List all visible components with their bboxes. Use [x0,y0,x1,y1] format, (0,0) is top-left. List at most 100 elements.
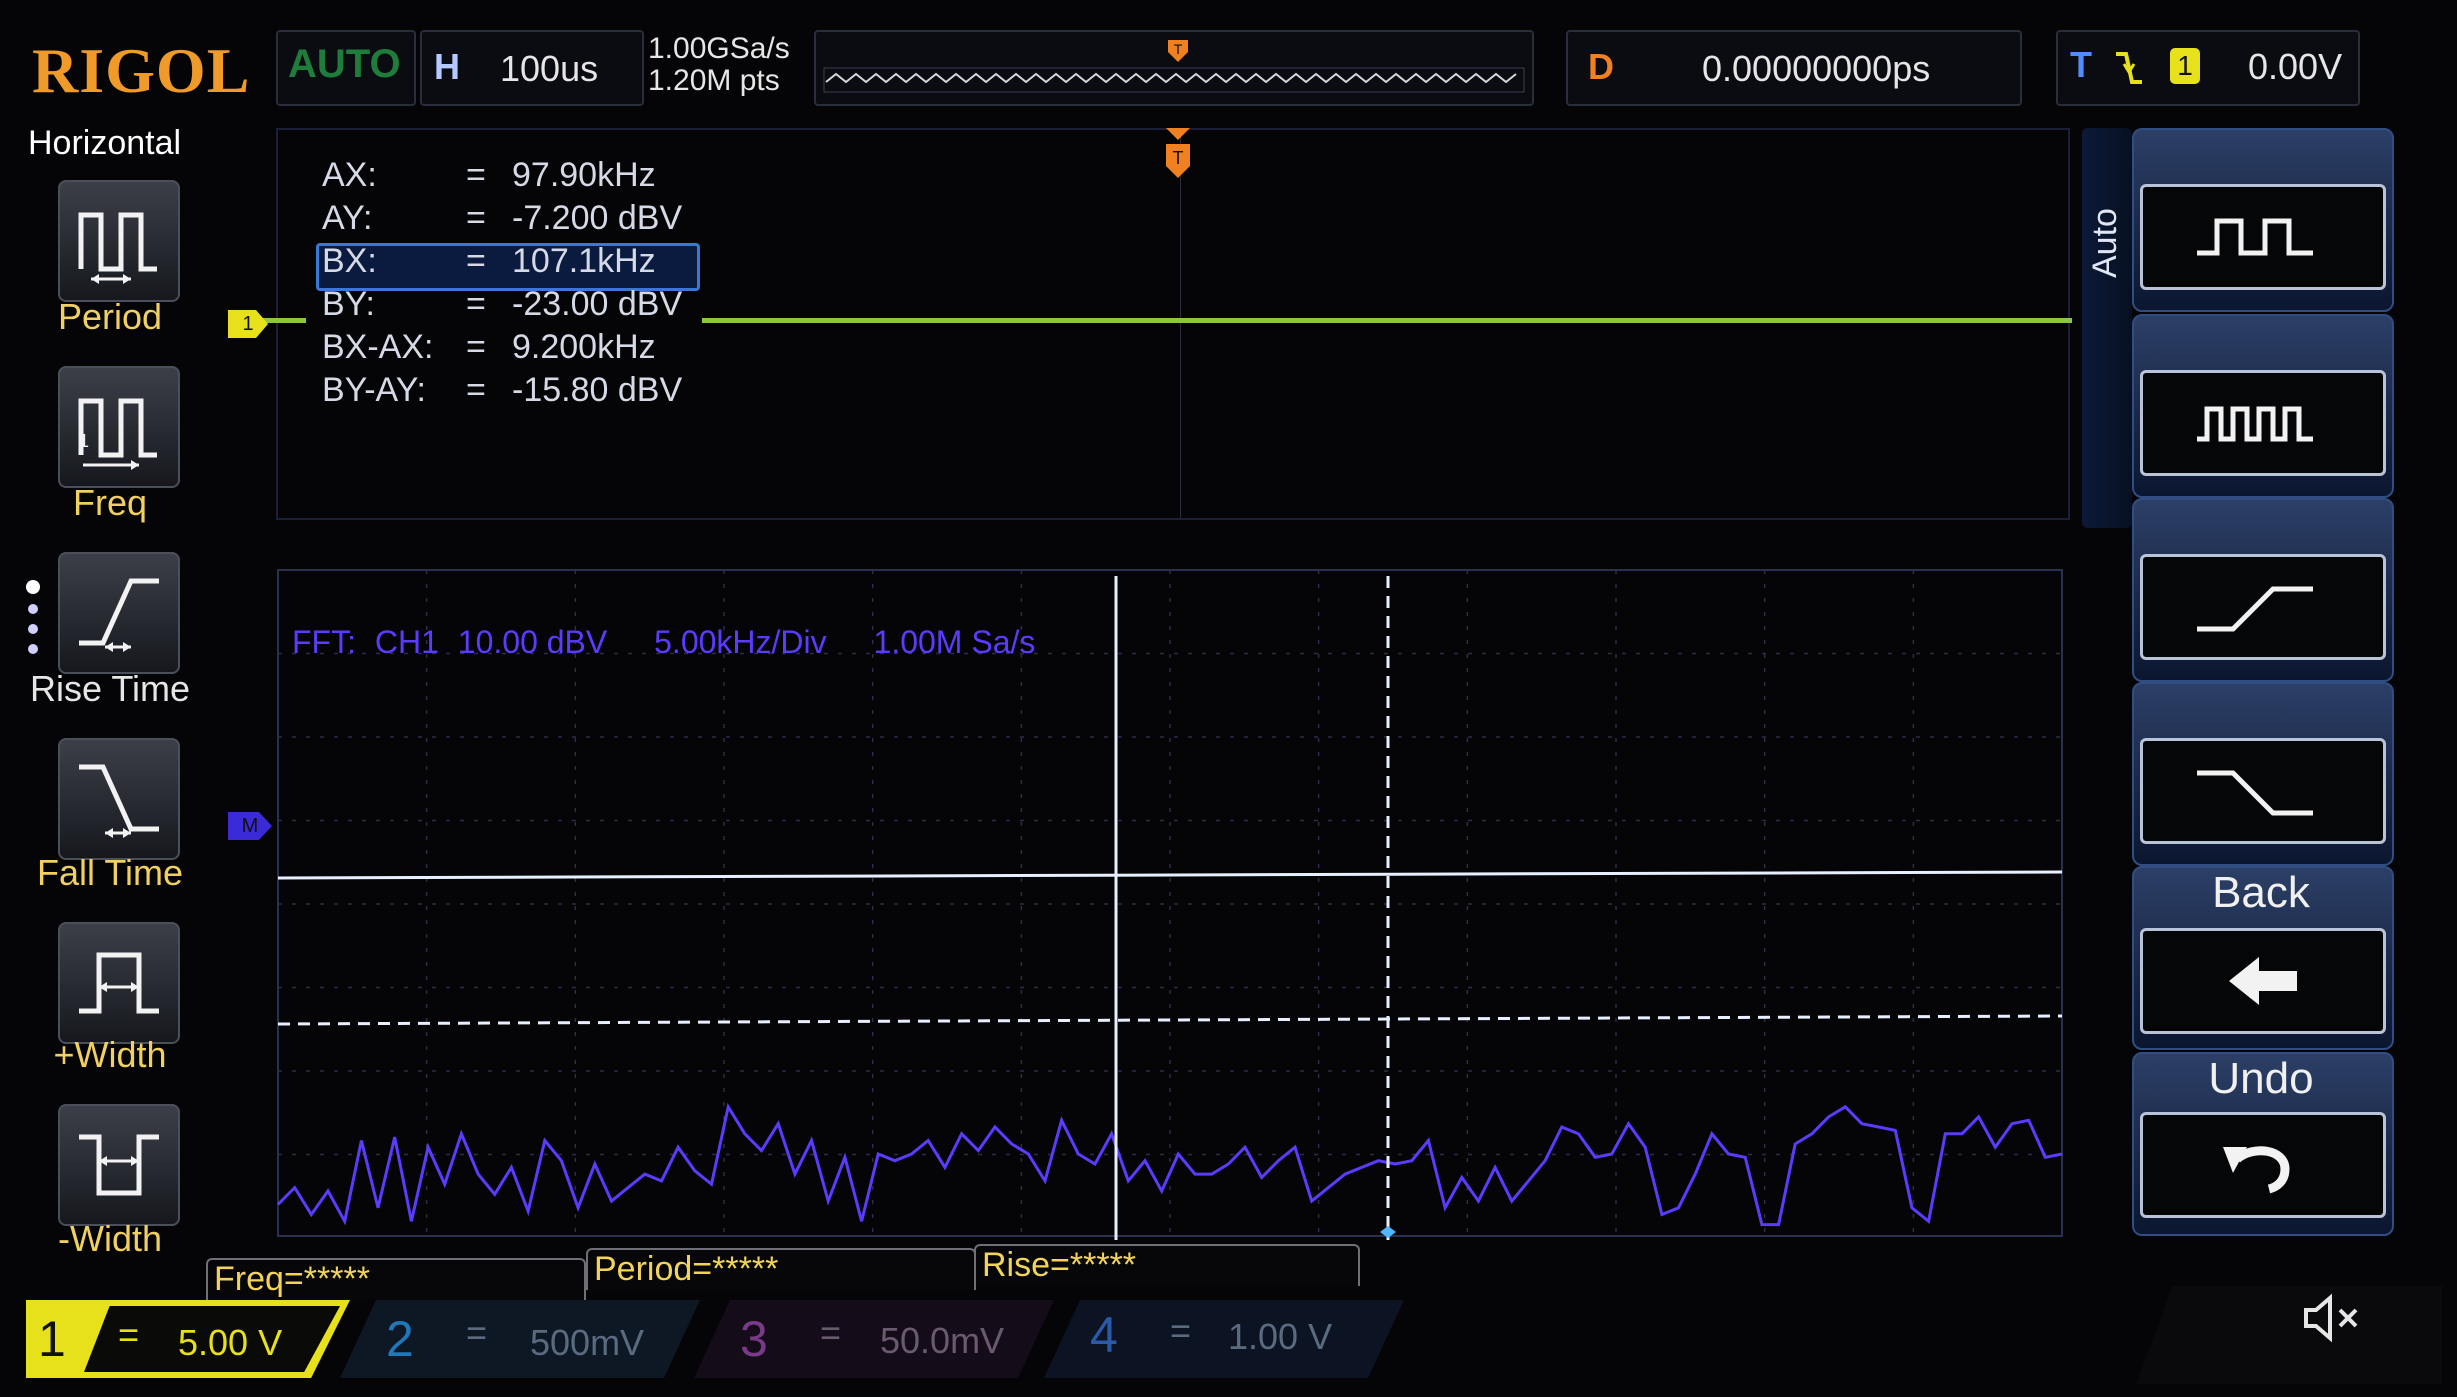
fft-label: FFT: [292,624,356,660]
page-indicator-active [26,580,40,594]
freq-icon: 1 [78,398,157,470]
ch3-scale: 50.0mV [880,1320,1005,1361]
sound-muted-icon[interactable] [2300,1290,2364,1346]
trigger-position-marker[interactable]: T [1162,126,1194,180]
pulse-train-wide-button[interactable] [2140,184,2386,290]
ch1-badge[interactable]: 1 = 5.00 V [26,1300,350,1378]
undo-button[interactable] [2140,1112,2386,1218]
rising-edge-icon [2197,586,2313,632]
ch2-coupling: = [466,1312,488,1353]
period-label: Period [57,296,163,337]
cursor-eq: = [466,328,486,366]
cursor-a-horizontal [277,870,2063,880]
cursor-name: AY: [322,199,373,237]
fft-rate: 1.00M Sa/s [873,624,1036,660]
fft-spectrum-trace [276,1102,2063,1227]
cursor-name: AX: [322,156,377,194]
ch1-offset-marker[interactable]: 1 [228,310,268,338]
back-button[interactable] [2140,928,2386,1034]
page-indicator [28,644,38,654]
brand-logo: RIGOL [32,35,251,106]
trigger-box[interactable]: T 1 0.00V [2056,30,2360,106]
back-label: Back [2212,868,2310,917]
freq-button[interactable]: 1 [58,366,180,488]
ch4-scale: 1.00 V [1228,1316,1333,1357]
cursor-eq: = [466,156,486,194]
cursor-value: -23.00 dBV [512,285,683,323]
cursor-value: -15.80 dBV [512,371,683,409]
falling-edge-button[interactable] [2140,738,2386,844]
ch3-number: 3 [740,1311,768,1367]
period-icon [78,212,157,284]
cursor-value: 97.90kHz [512,156,656,194]
cursor-value: 9.200kHz [512,328,656,366]
svg-text:T: T [1174,41,1183,57]
timebase-value: 100us [500,48,599,89]
cursor-name: BX: [322,242,377,280]
status-area [2136,1286,2442,1384]
undo-icon [2223,1146,2290,1194]
ch4-badge[interactable]: 4 = 1.00 V [1044,1300,1404,1378]
ch2-badge[interactable]: 2 = 500mV [340,1300,700,1378]
rise-measurement[interactable]: Rise=***** [974,1244,1360,1286]
fft-source: CH1 [374,624,439,660]
svg-text:T: T [1173,148,1184,168]
right-menu-tab [2082,128,2132,528]
cursor-eq: = [466,199,486,237]
ch2-number: 2 [386,1311,414,1367]
fft-graticule[interactable] [276,568,2068,1240]
trigger-label: T [2070,44,2092,85]
ch4-number: 4 [1090,1307,1118,1363]
period-measurement[interactable]: Period=***** [586,1248,976,1290]
fall-time-icon [79,764,159,838]
rising-edge-button[interactable] [2140,554,2386,660]
pulse-train-narrow-button[interactable] [2140,370,2386,476]
fft-offset-marker[interactable]: M [228,812,272,840]
trigger-mode-box[interactable]: AUTO [276,30,416,106]
pulse-train-wide-icon [2197,218,2313,256]
page-indicator [28,604,38,614]
waveform-overview[interactable]: T [814,30,1534,106]
falling-edge-trigger-icon [2116,52,2142,84]
delay-value: 0.00000000ps [1702,48,1931,89]
center-gridline [1180,130,1181,518]
ch3-coupling: = [820,1312,842,1353]
menu-title: Horizontal [28,124,182,162]
fall-time-label: Fall Time [36,852,184,893]
rise-time-button[interactable] [58,552,180,674]
rise-time-label: Rise Time [29,668,191,709]
cursor-eq: = [466,285,486,323]
cursor-name: BY-AY: [322,371,426,409]
undo-label: Undo [2208,1054,2314,1103]
trigger-mode: AUTO [288,42,401,86]
freq-measurement[interactable]: Freq=***** [206,1258,586,1300]
pulse-train-narrow-icon [2197,406,2313,442]
period-button[interactable] [58,180,180,302]
svg-text:1: 1 [79,431,89,451]
delay-label: D [1588,46,1614,87]
trigger-source-badge: 1 [2170,48,2200,84]
oscilloscope-screen: RIGOL AUTO H 100us 1.00GSa/s 1.20M pts T… [0,0,2457,1397]
rise-time-icon [79,578,159,652]
overview-trigger-marker: T [1168,40,1188,62]
positive-width-button[interactable] [58,922,180,1044]
ch3-badge[interactable]: 3 = 50.0mV [694,1300,1054,1378]
delay-box[interactable]: D 0.00000000ps [1566,30,2022,106]
negative-width-icon [79,1134,159,1196]
horizontal-label: H [434,46,460,87]
negative-width-label: -Width [57,1218,162,1259]
positive-width-label: +Width [53,1034,167,1075]
auto-label: Auto [2086,208,2124,278]
cursor-name: BX-AX: [322,328,434,366]
cursor-eq: = [466,371,486,409]
fall-time-button[interactable] [58,738,180,860]
negative-width-button[interactable] [58,1104,180,1226]
memory-depth: 1.20M pts [648,64,780,97]
timebase-box[interactable]: H 100us [420,30,644,106]
cursor-name: BY: [322,285,375,323]
cursor-value: -7.200 dBV [512,199,683,237]
sample-rate: 1.00GSa/s [648,32,790,65]
cursor-value: 107.1kHz [512,242,656,280]
ch1-scale: 5.00 V [178,1322,283,1363]
ch4-coupling: = [1170,1310,1192,1351]
